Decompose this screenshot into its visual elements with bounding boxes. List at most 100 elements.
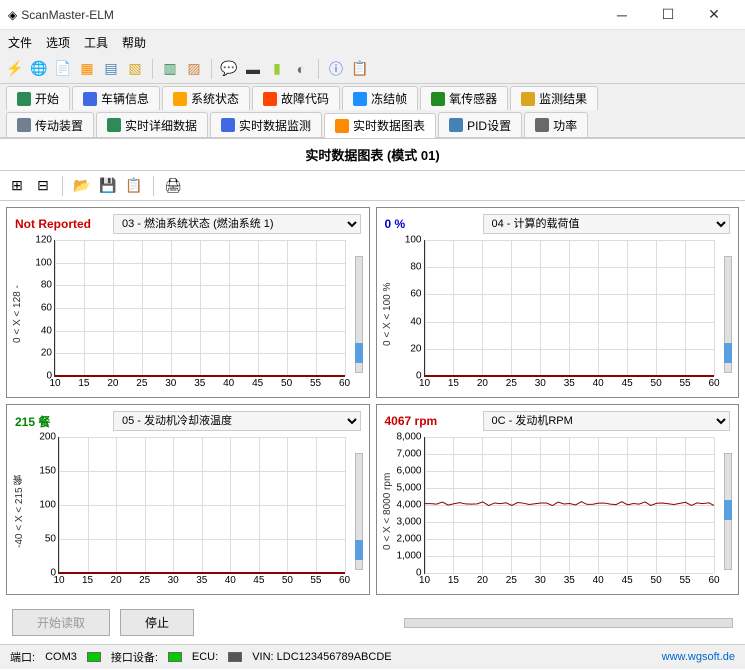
ytick: 100 bbox=[39, 500, 59, 511]
open-icon[interactable]: 📂 bbox=[73, 177, 91, 195]
info-icon[interactable]: ⓘ bbox=[327, 60, 345, 78]
xtick: 50 bbox=[651, 573, 662, 586]
ecu-label: ECU: bbox=[192, 651, 218, 663]
website-link[interactable]: www.wgsoft.de bbox=[662, 651, 735, 663]
titlebar: ◈ ScanMaster-ELM ─ ☐ ✕ bbox=[0, 0, 745, 30]
pid-select[interactable]: 03 - 燃油系统状态 (燃油系统 1) bbox=[113, 214, 361, 234]
row2-tab-0[interactable]: 传动装置 bbox=[6, 112, 94, 137]
chart-vslider[interactable] bbox=[355, 453, 363, 570]
menu-file[interactable]: 文件 bbox=[8, 34, 32, 51]
row2-tab-2[interactable]: 实时数据监测 bbox=[210, 112, 322, 137]
ytick: 60 bbox=[410, 289, 424, 300]
chart-value: 0 % bbox=[385, 217, 475, 231]
print-icon[interactable]: 🖨 bbox=[164, 177, 182, 195]
ytick: 8,000 bbox=[396, 432, 424, 443]
row2-tab-3[interactable]: 实时数据图表 bbox=[324, 113, 436, 138]
menubar: 文件 选项 工具 帮助 bbox=[0, 30, 745, 54]
start-read-button[interactable]: 开始读取 bbox=[12, 609, 110, 636]
save-icon[interactable]: 💾 bbox=[99, 177, 117, 195]
xtick: 10 bbox=[419, 376, 430, 389]
ytick: 80 bbox=[41, 280, 55, 291]
chat-icon[interactable]: 💬 bbox=[220, 60, 238, 78]
row1-tab-3[interactable]: 故障代码 bbox=[252, 86, 340, 110]
minimize-button[interactable]: ─ bbox=[599, 0, 645, 30]
report-icon[interactable]: 📋 bbox=[351, 60, 369, 78]
menu-options[interactable]: 选项 bbox=[46, 34, 70, 51]
tab-label: 氧传感器 bbox=[449, 90, 497, 107]
remove-chart-icon[interactable]: ⊟ bbox=[34, 177, 52, 195]
tab-icon bbox=[431, 92, 445, 106]
tab-label: 功率 bbox=[553, 117, 577, 134]
tab-icon bbox=[335, 119, 349, 133]
chart-vslider[interactable] bbox=[724, 453, 732, 570]
menu-tools[interactable]: 工具 bbox=[84, 34, 108, 51]
xtick: 45 bbox=[622, 376, 633, 389]
gauge-icon[interactable]: ◐ bbox=[292, 60, 310, 78]
monitor-icon[interactable]: ▬ bbox=[244, 60, 262, 78]
grid-icon[interactable]: ▦ bbox=[78, 60, 96, 78]
doc-icon[interactable]: 📄 bbox=[54, 60, 72, 78]
xtick: 30 bbox=[168, 573, 179, 586]
row2-tab-4[interactable]: PID设置 bbox=[438, 112, 522, 137]
clipboard-icon[interactable]: 📋 bbox=[125, 177, 143, 195]
row1-tab-2[interactable]: 系统状态 bbox=[162, 86, 250, 110]
separator bbox=[62, 176, 63, 196]
pid-select[interactable]: 05 - 发动机冷却液温度 bbox=[113, 411, 361, 431]
chart-ylabel: 0 < X < 128 - bbox=[11, 236, 24, 393]
xtick: 55 bbox=[679, 573, 690, 586]
tab-icon bbox=[221, 118, 235, 132]
tab-icon bbox=[263, 92, 277, 106]
separator bbox=[152, 59, 153, 79]
lightning-icon[interactable]: ⚡ bbox=[6, 60, 24, 78]
separator bbox=[153, 176, 154, 196]
xtick: 60 bbox=[708, 376, 719, 389]
ytick: 80 bbox=[410, 262, 424, 273]
tab-row-1: 开始车辆信息 系统状态 故障代码冻结帧 氧传感器监测结果 bbox=[0, 84, 745, 110]
row1-tab-4[interactable]: 冻结帧 bbox=[342, 86, 418, 110]
stop-button[interactable]: 停止 bbox=[120, 609, 194, 636]
close-button[interactable]: ✕ bbox=[691, 0, 737, 30]
add-chart-icon[interactable]: ⊞ bbox=[8, 177, 26, 195]
xtick: 10 bbox=[49, 376, 60, 389]
xtick: 55 bbox=[310, 376, 321, 389]
tab-label: 实时数据图表 bbox=[353, 117, 425, 134]
time-slider[interactable] bbox=[404, 618, 733, 628]
separator bbox=[211, 59, 212, 79]
list1-icon[interactable]: ▥ bbox=[161, 60, 179, 78]
row2-tab-1[interactable]: 实时详细数据 bbox=[96, 112, 208, 137]
map-icon[interactable]: ▧ bbox=[126, 60, 144, 78]
tab-icon bbox=[17, 118, 31, 132]
xtick: 45 bbox=[253, 573, 264, 586]
chart-vslider[interactable] bbox=[724, 256, 732, 373]
tab-label: 故障代码 bbox=[281, 90, 329, 107]
row2-tab-5[interactable]: 功率 bbox=[524, 112, 588, 137]
tab-icon bbox=[353, 92, 367, 106]
tab-label: PID设置 bbox=[467, 117, 511, 134]
xtick: 60 bbox=[708, 573, 719, 586]
ytick: 120 bbox=[35, 235, 55, 246]
list2-icon[interactable]: ▨ bbox=[185, 60, 203, 78]
xtick: 25 bbox=[136, 376, 147, 389]
row1-tab-6[interactable]: 监测结果 bbox=[510, 86, 598, 110]
xtick: 20 bbox=[477, 376, 488, 389]
row1-tab-5[interactable]: 氧传感器 bbox=[420, 86, 508, 110]
chart-vslider[interactable] bbox=[355, 256, 363, 373]
ytick: 7,000 bbox=[396, 449, 424, 460]
globe-icon[interactable]: 🌐 bbox=[30, 60, 48, 78]
menu-help[interactable]: 帮助 bbox=[122, 34, 146, 51]
tab-row-2: 传动装置实时详细数据实时数据监测 实时数据图表 PID设置 功率 bbox=[0, 110, 745, 138]
tab-icon bbox=[449, 118, 463, 132]
xtick: 25 bbox=[506, 376, 517, 389]
table-icon[interactable]: ▤ bbox=[102, 60, 120, 78]
port-value: COM3 bbox=[45, 651, 77, 663]
xtick: 15 bbox=[448, 376, 459, 389]
window-title: ScanMaster-ELM bbox=[17, 8, 599, 22]
ytick: 40 bbox=[41, 325, 55, 336]
row1-tab-1[interactable]: 车辆信息 bbox=[72, 86, 160, 110]
row1-tab-0[interactable]: 开始 bbox=[6, 86, 70, 110]
maximize-button[interactable]: ☐ bbox=[645, 0, 691, 30]
battery-icon[interactable]: ▮ bbox=[268, 60, 286, 78]
pid-select[interactable]: 04 - 计算的载荷值 bbox=[483, 214, 731, 234]
pid-select[interactable]: 0C - 发动机RPM bbox=[483, 411, 731, 431]
tab-label: 系统状态 bbox=[191, 90, 239, 107]
